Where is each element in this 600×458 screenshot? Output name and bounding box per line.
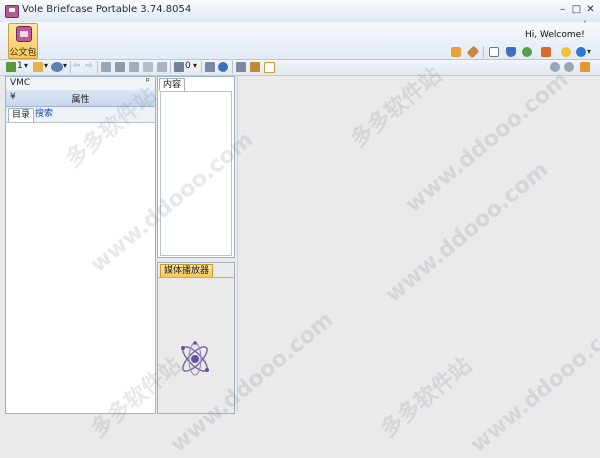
briefcase-tab-label: 公文包: [9, 48, 37, 58]
close-button[interactable]: ✕: [584, 3, 597, 16]
toolbar-count-0: 0: [185, 61, 191, 71]
layout-icon[interactable]: [264, 62, 275, 73]
sort-icon[interactable]: [236, 62, 246, 72]
save-dropdown-icon[interactable]: ▾: [193, 61, 197, 70]
main-toolbar: 1 ▾ ▾ ▾ ⇦ ⇨ 0 ▾: [0, 60, 600, 76]
view-icon[interactable]: [51, 62, 63, 72]
tab-media-player[interactable]: 媒体播放器: [160, 264, 214, 278]
delete-icon[interactable]: [143, 62, 153, 72]
toolbar-separator: [170, 61, 171, 73]
tab-content[interactable]: 内容: [159, 78, 186, 91]
briefcase-tab[interactable]: 公文包: [8, 23, 38, 59]
tools-icon[interactable]: [466, 45, 480, 59]
lightbulb-icon[interactable]: [561, 47, 571, 57]
paint-icon[interactable]: [451, 47, 461, 57]
maximize-button[interactable]: □: [570, 3, 583, 16]
toolbar-separator: [201, 61, 202, 73]
app-briefcase-icon: [5, 5, 19, 18]
home-icon[interactable]: [580, 62, 590, 72]
minimize-button[interactable]: –: [556, 3, 569, 16]
toolbar-separator: [232, 61, 233, 73]
folder-dropdown-icon[interactable]: ▾: [44, 61, 48, 70]
ribbon-separator: [483, 46, 484, 58]
toolbar-separator: [97, 61, 98, 73]
translate-icon[interactable]: [541, 47, 551, 57]
abc-icon[interactable]: [205, 62, 215, 72]
toolbar-separator: [70, 61, 71, 73]
back-arrow-icon[interactable]: ⇦: [73, 61, 81, 71]
nav-next-icon[interactable]: [564, 62, 574, 72]
paste-icon[interactable]: [129, 62, 139, 72]
media-tab-divider: [158, 277, 234, 278]
book-icon[interactable]: [489, 47, 499, 57]
window-title: Vole Briefcase Portable 3.74.8054: [22, 4, 192, 15]
chart-dropdown-icon[interactable]: ▾: [24, 61, 28, 70]
chart-icon[interactable]: [6, 62, 16, 72]
cut-icon[interactable]: [101, 62, 111, 72]
view-dropdown-icon[interactable]: ▾: [63, 61, 67, 70]
tab-search[interactable]: 搜索: [32, 108, 56, 121]
shield-icon[interactable]: [506, 47, 516, 57]
ribbon: 公文包 Hi, Welcome! ˄ ▾: [0, 20, 600, 60]
toolbar-count-1: 1: [17, 61, 23, 71]
save-icon[interactable]: [174, 62, 184, 72]
title-bar: Vole Briefcase Portable 3.74.8054 – □ ✕: [0, 0, 600, 23]
folder-icon[interactable]: [33, 62, 43, 72]
globe-icon[interactable]: [522, 47, 532, 57]
copy-icon[interactable]: [115, 62, 125, 72]
forward-arrow-icon[interactable]: ⇨: [85, 61, 93, 71]
sync-icon[interactable]: [218, 62, 228, 72]
ribbon-collapse-icon[interactable]: ˄: [583, 20, 587, 29]
info-dropdown-icon[interactable]: ▾: [587, 47, 591, 56]
edit-icon[interactable]: [250, 62, 260, 72]
rename-icon[interactable]: [157, 62, 167, 72]
welcome-text: Hi, Welcome!: [525, 30, 585, 40]
briefcase-icon: [16, 26, 32, 42]
tab-directory[interactable]: 目录: [8, 108, 35, 122]
info-icon[interactable]: [576, 47, 586, 57]
vmc-label: VMC: [10, 78, 31, 88]
